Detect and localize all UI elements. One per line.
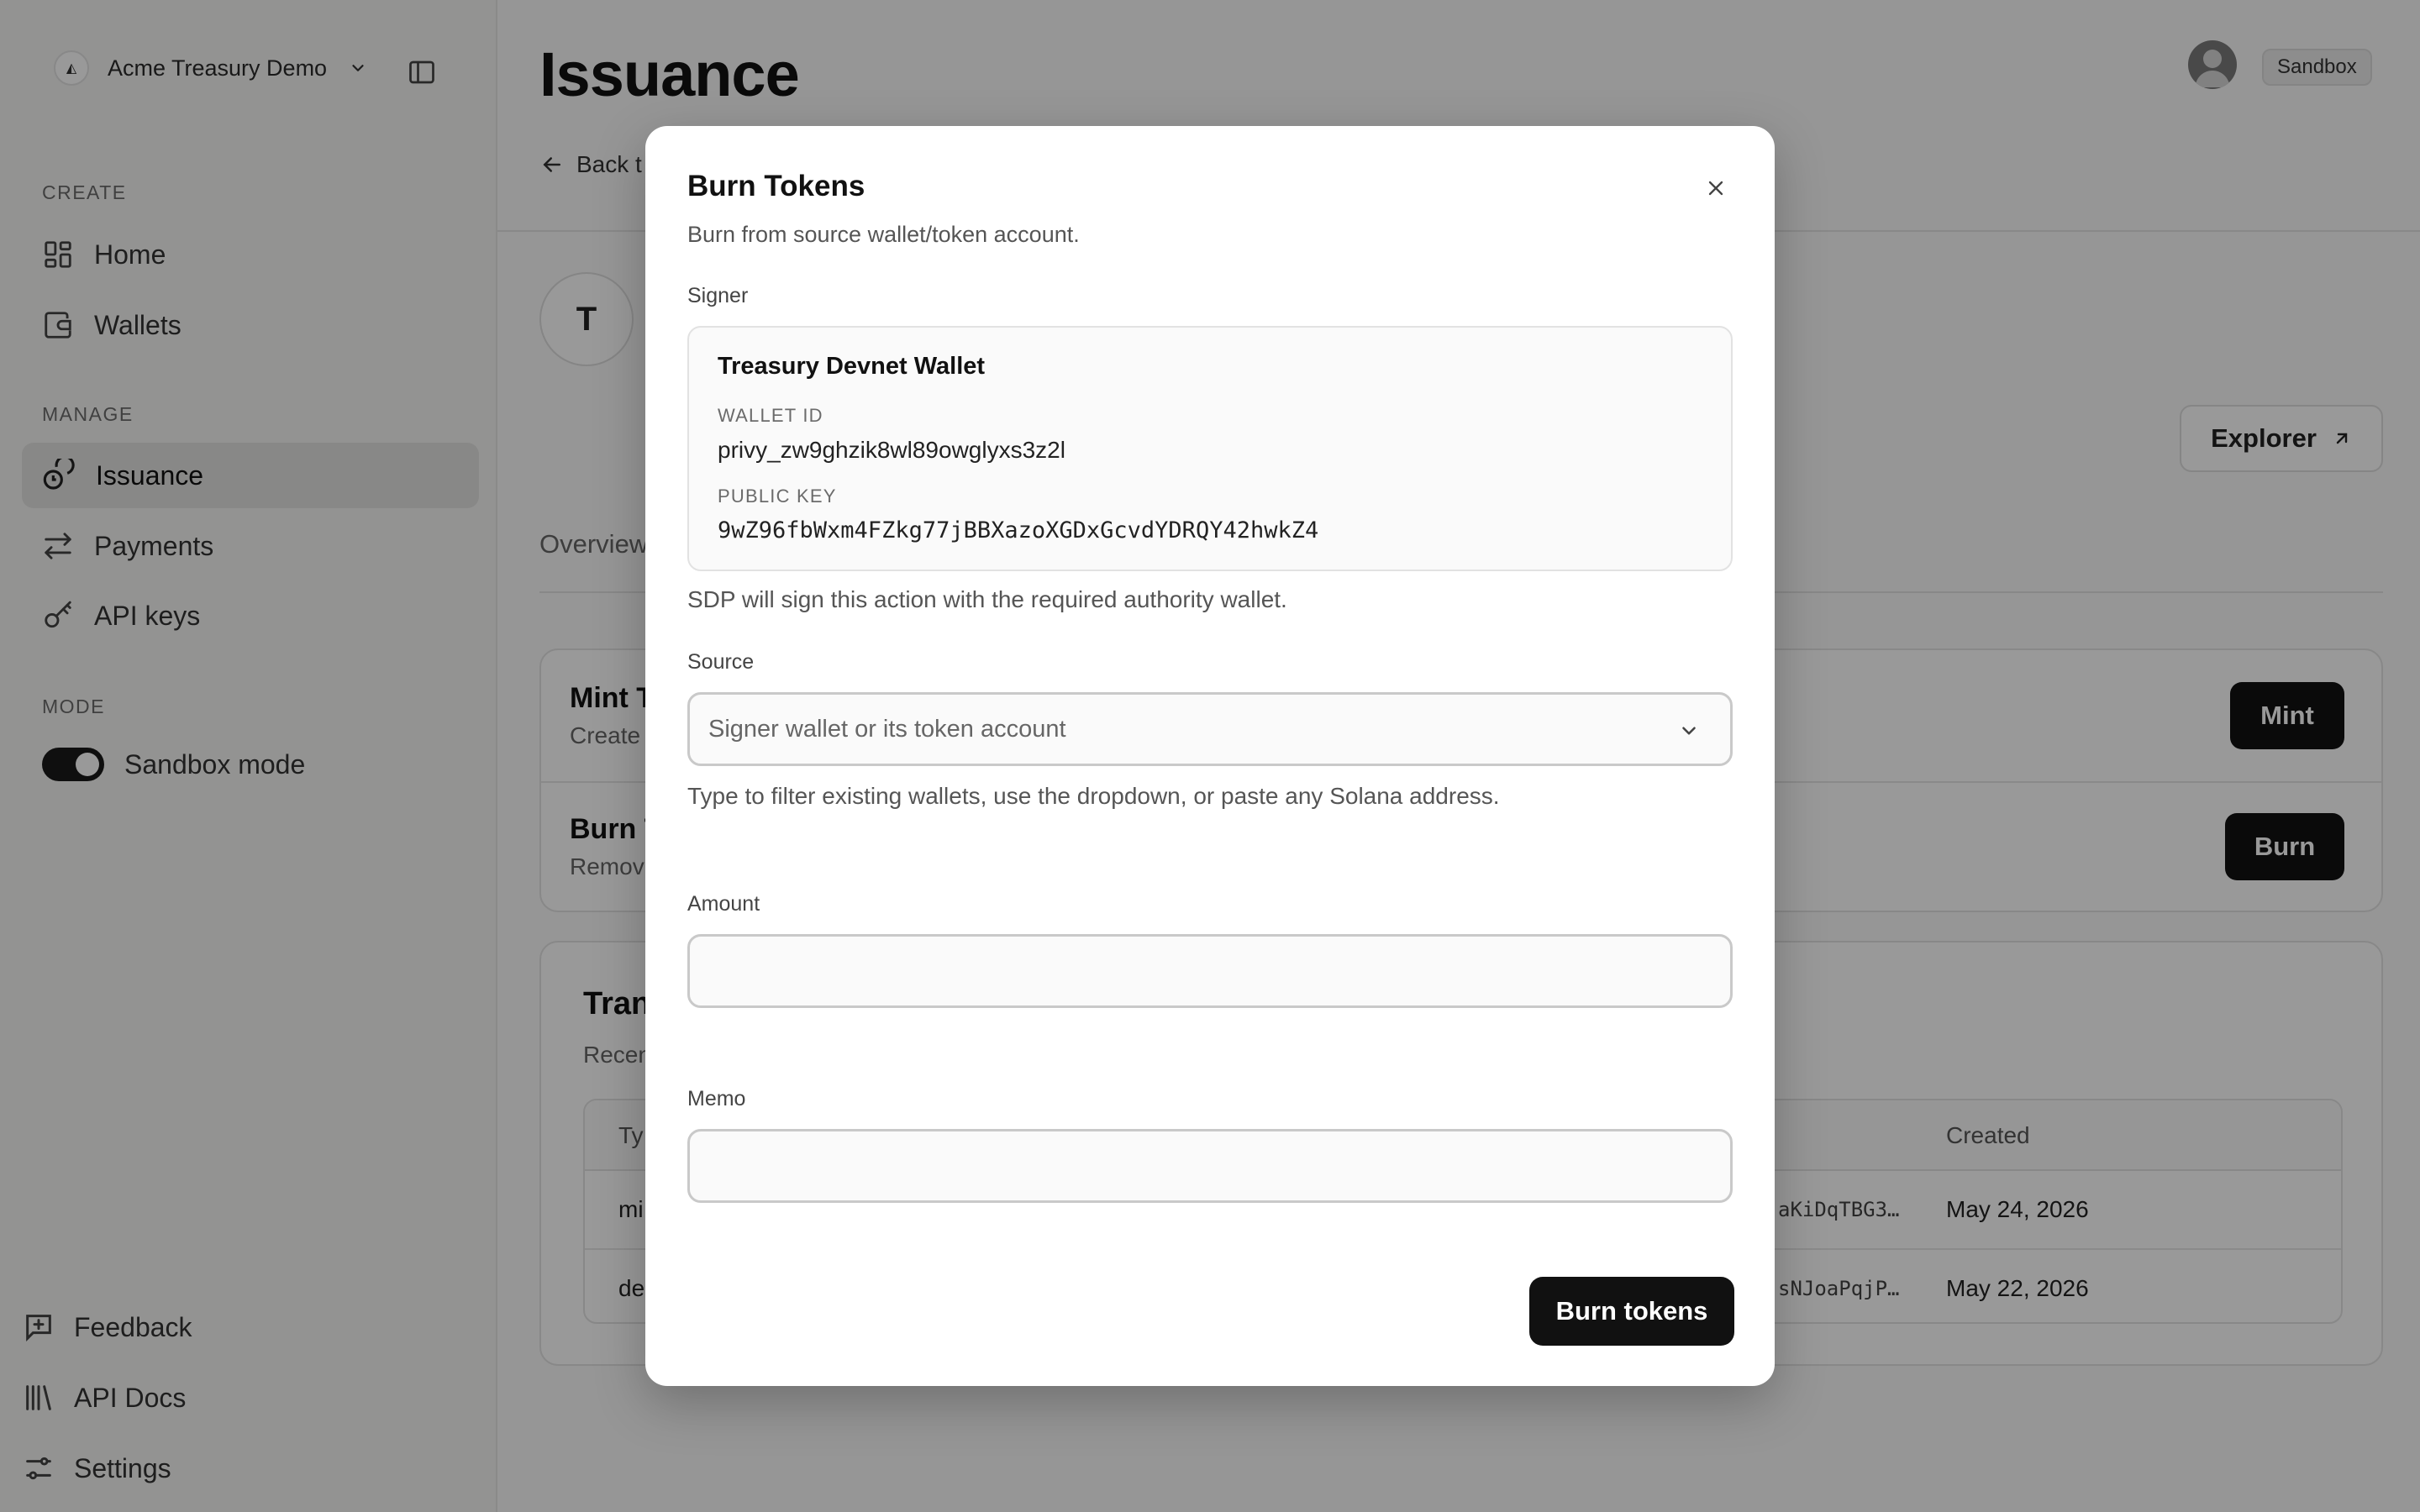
- public-key-value: 9wZ96fbWxm4FZkg77jBBXazoXGDxGcvdYDRQY42h…: [718, 517, 1319, 543]
- dialog-subtitle: Burn from source wallet/token account.: [687, 222, 1080, 247]
- amount-input[interactable]: [687, 934, 1733, 1008]
- signer-card: Treasury Devnet Wallet WALLET ID privy_z…: [687, 326, 1733, 571]
- source-helper-text: Type to filter existing wallets, use the…: [687, 783, 1500, 809]
- dialog-title: Burn Tokens: [687, 170, 865, 202]
- public-key-label: PUBLIC KEY: [718, 486, 837, 507]
- wallet-id-value: privy_zw9ghzik8wl89owglyxs3z2l: [718, 437, 1065, 463]
- close-icon: [1708, 181, 1723, 196]
- memo-label: Memo: [687, 1087, 746, 1110]
- signer-helper-text: SDP will sign this action with the requi…: [687, 586, 1287, 612]
- source-label: Source: [687, 650, 755, 674]
- wallet-id-label: WALLET ID: [718, 405, 823, 426]
- burn-tokens-dialog: Burn Tokens Burn from source wallet/toke…: [645, 126, 1775, 1386]
- memo-input[interactable]: [687, 1129, 1733, 1203]
- close-button[interactable]: [1701, 173, 1731, 203]
- burn-tokens-button[interactable]: Burn tokens: [1529, 1277, 1734, 1346]
- signer-label: Signer: [687, 284, 749, 307]
- source-placeholder: Signer wallet or its token account: [708, 715, 1066, 743]
- amount-label: Amount: [687, 892, 760, 916]
- source-select[interactable]: Signer wallet or its token account: [687, 692, 1733, 766]
- signer-wallet-name: Treasury Devnet Wallet: [718, 353, 986, 380]
- chevron-down-icon: [1682, 727, 1696, 735]
